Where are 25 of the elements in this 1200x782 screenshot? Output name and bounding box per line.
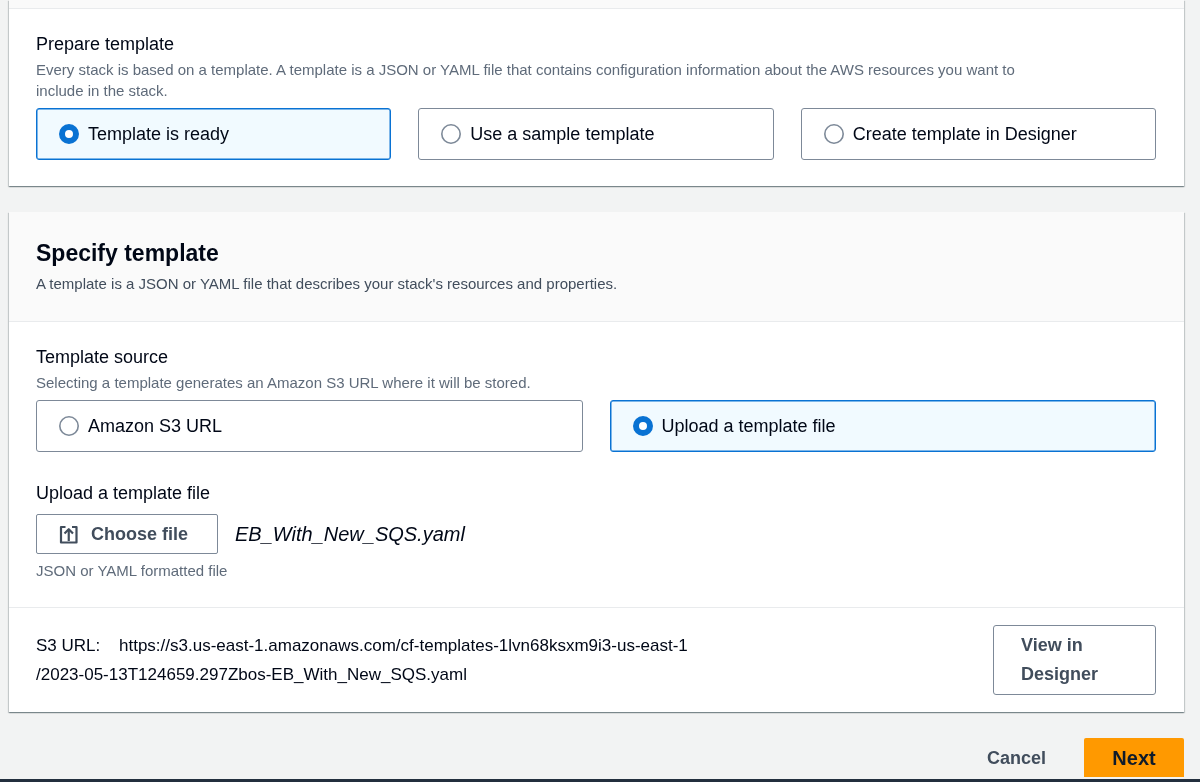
radio-icon bbox=[441, 124, 462, 144]
panel-title: Specify template bbox=[36, 239, 220, 268]
radio-icon bbox=[59, 416, 79, 436]
radio-icon bbox=[632, 416, 653, 436]
radio-option[interactable]: Upload a template file bbox=[609, 400, 1156, 452]
field-description: Every stack is based on a template. A template is a JSON or YAML file that contains configuration information about the AWS resources you want to include in the stack. bbox=[36, 60, 1016, 101]
field-description: Selecting a template generates an Amazon S3 URL where it will be stored. bbox=[36, 373, 532, 393]
helper-text: JSON or YAML formatted file bbox=[36, 561, 229, 581]
choose-file-button[interactable]: Choose file bbox=[36, 514, 218, 554]
next-button[interactable]: Next bbox=[1084, 738, 1184, 777]
radio-icon bbox=[59, 124, 79, 144]
view-in-designer-button[interactable]: View in Designer bbox=[993, 625, 1156, 695]
upload-icon bbox=[59, 524, 78, 544]
radio-option[interactable]: Create template in Designer bbox=[800, 108, 1156, 160]
field-label: Upload a template file bbox=[36, 482, 212, 505]
cancel-button[interactable]: Cancel bbox=[966, 738, 1066, 779]
file-name: EB_With_New_SQS.yaml bbox=[235, 522, 465, 547]
radio-option[interactable]: Amazon S3 URL bbox=[36, 400, 583, 452]
panel-description: A template is a JSON or YAML file that describes your stack's resources and properties. bbox=[36, 274, 619, 294]
field-label: Prepare template bbox=[36, 33, 176, 56]
field-label: Template source bbox=[36, 346, 170, 369]
radio-option[interactable]: Use a sample template bbox=[418, 108, 774, 160]
s3-url-text: S3 URL: https://s3.us-east-1.amazonaws.com/cf-templates-1lvn68ksxm9i3-us-east-1/2023-05-13T124659.297Zbos-EB_With_New_SQS.yaml bbox=[36, 635, 689, 686]
radio-icon bbox=[823, 124, 844, 144]
radio-option[interactable]: Template is ready bbox=[36, 108, 392, 160]
